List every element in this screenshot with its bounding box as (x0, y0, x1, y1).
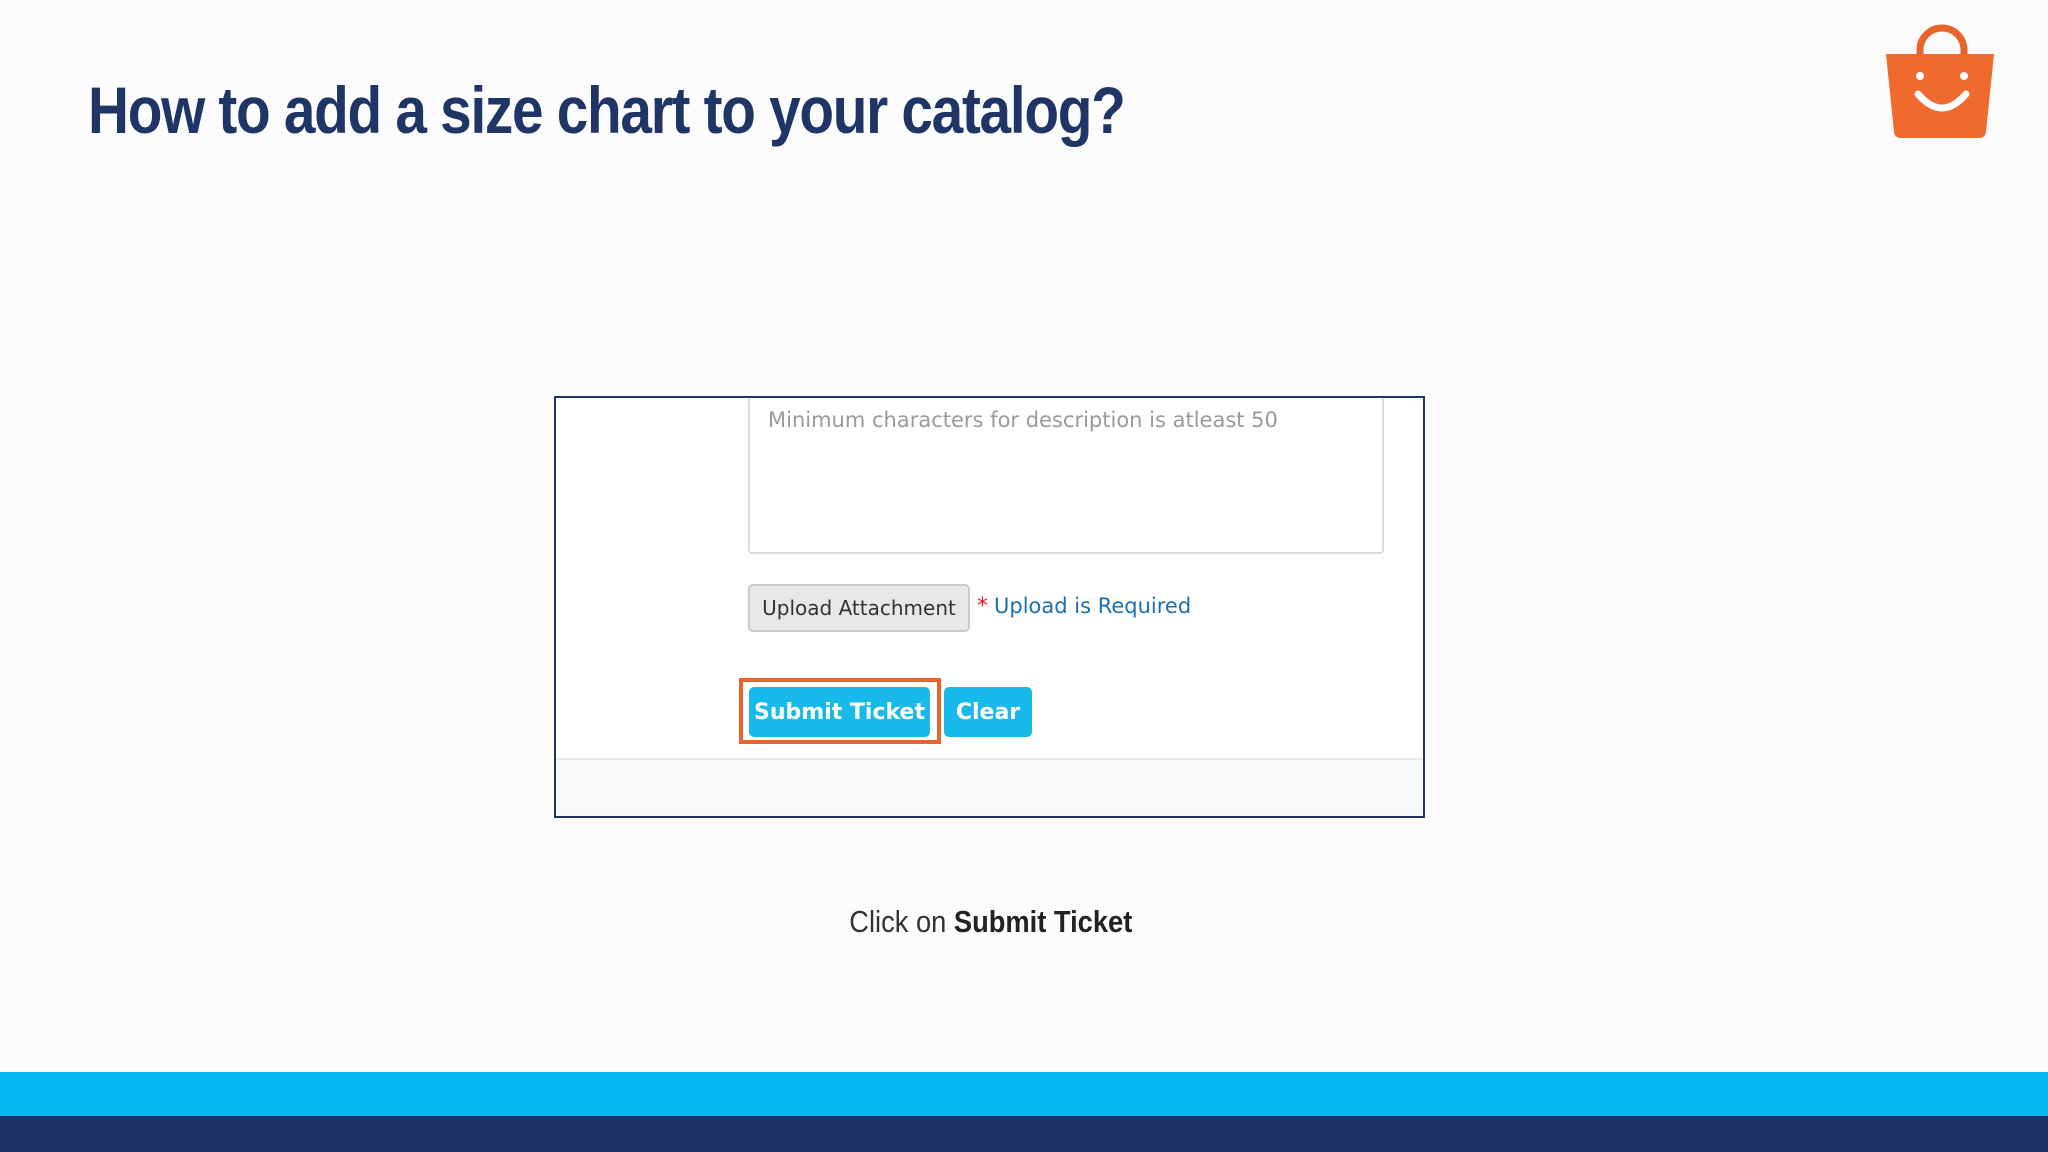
caption-prefix: Click on (849, 904, 955, 939)
upload-attachment-button[interactable]: Upload Attachment (748, 584, 970, 632)
upload-required-text: Upload is Required (994, 594, 1192, 618)
form-screenshot: Upload Attachment * Upload is Required S… (554, 396, 1425, 818)
instruction-caption: Click on Submit Ticket (0, 904, 1982, 940)
shopping-bag-icon (1886, 24, 1994, 138)
description-textarea[interactable] (748, 398, 1384, 554)
form-footer-bar (556, 758, 1423, 816)
slide: How to add a size chart to your catalog?… (0, 0, 2048, 1152)
footer-band-dark (0, 1116, 2048, 1152)
caption-emphasis: Submit Ticket (954, 904, 1133, 939)
clear-button[interactable]: Clear (944, 687, 1032, 737)
required-marker: * (977, 594, 988, 619)
footer-band-light (0, 1072, 2048, 1116)
submit-ticket-button[interactable]: Submit Ticket (749, 687, 930, 737)
page-title: How to add a size chart to your catalog? (88, 73, 1126, 147)
